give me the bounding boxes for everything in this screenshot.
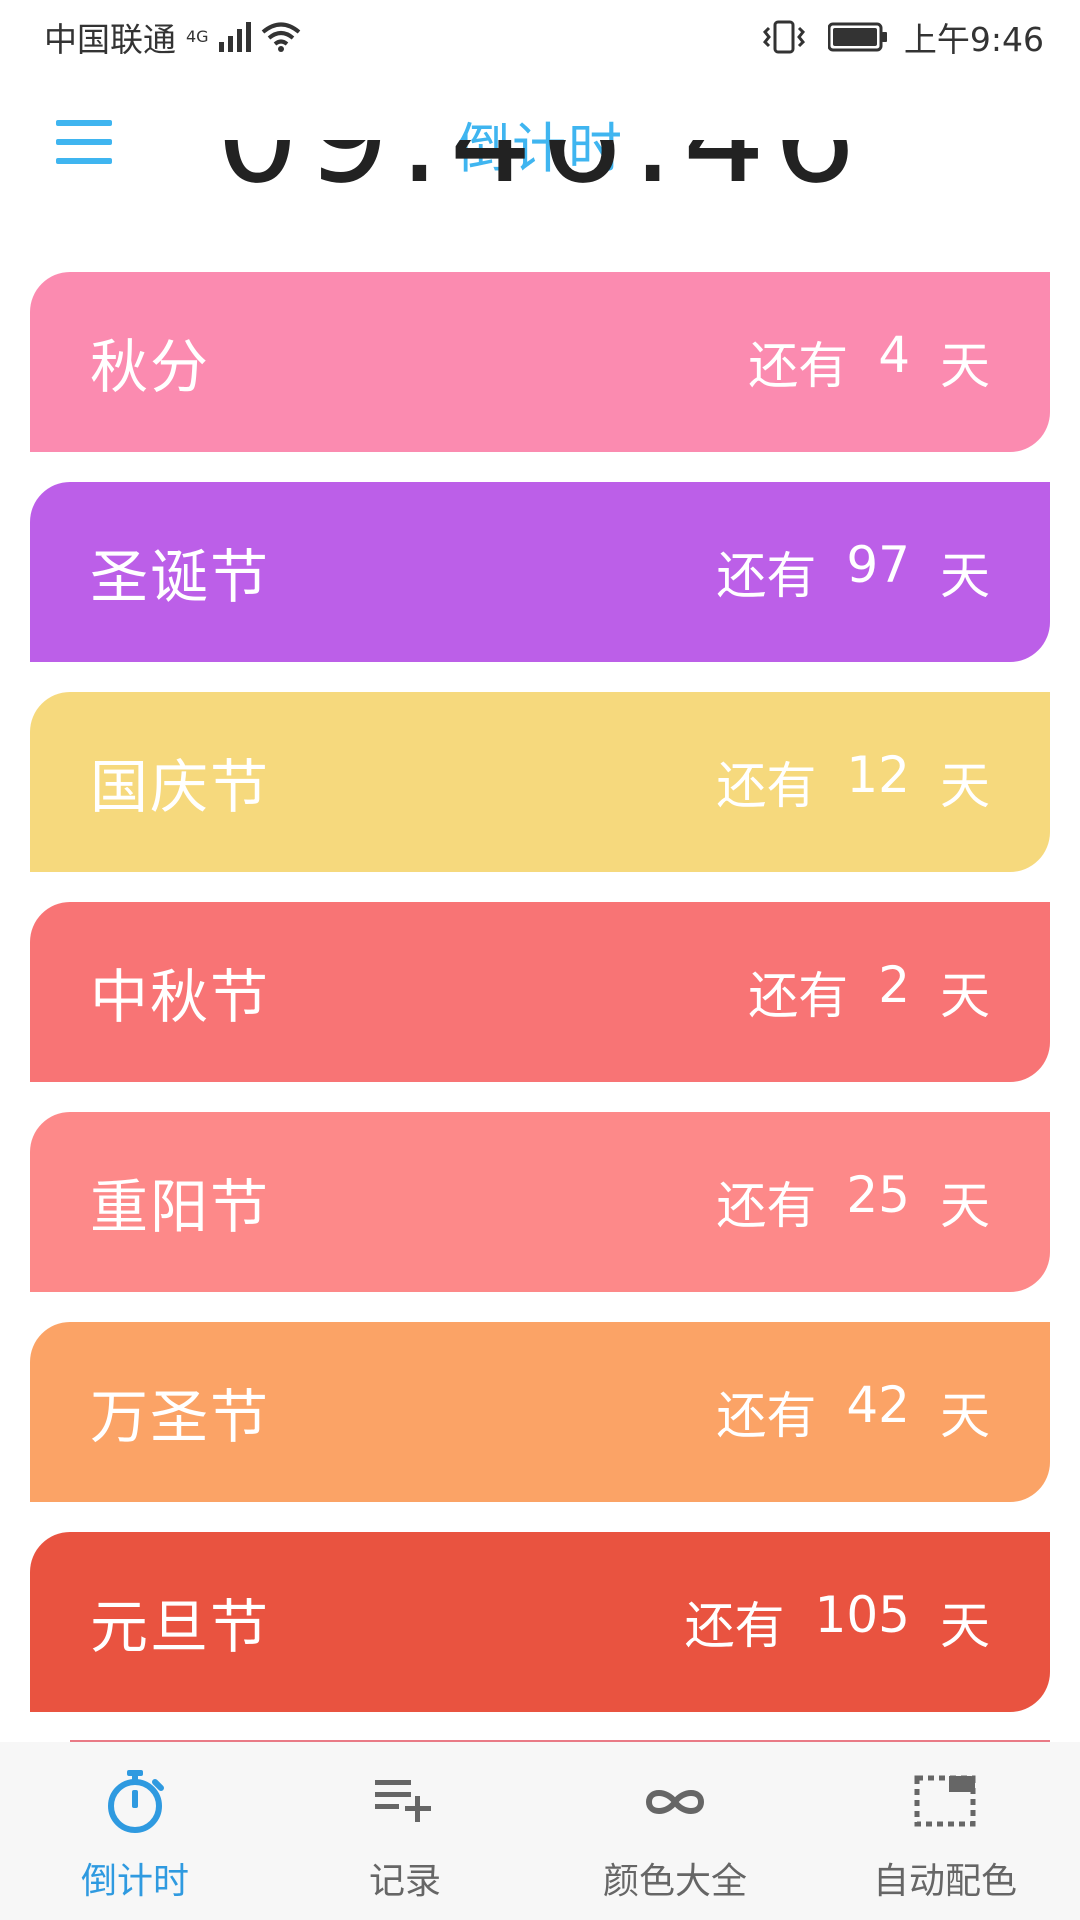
nav-item-records[interactable]: 记录 (270, 1742, 540, 1920)
event-name: 圣诞节 (90, 543, 271, 611)
status-bar: 中国联通 4G 上午9:46 (0, 0, 1080, 74)
battery-icon (827, 22, 887, 52)
countdown-card[interactable]: 中秋节 还有 2 天 (30, 902, 1050, 1082)
network-type-label: 4G (186, 27, 209, 46)
wifi-icon (261, 22, 300, 52)
days-count: 105 (814, 1586, 910, 1644)
days-remaining: 还有 2 天 (748, 956, 990, 1028)
days-suffix: 天 (940, 757, 990, 815)
countdown-card[interactable]: 秋分 还有 4 天 (30, 272, 1050, 452)
signal-icon (218, 22, 251, 52)
days-suffix: 天 (940, 1387, 990, 1445)
days-suffix: 天 (940, 1177, 990, 1235)
crop-frame-icon (914, 1775, 976, 1827)
days-count: 12 (846, 746, 910, 804)
nav-item-countdown[interactable]: 倒计时 (0, 1742, 270, 1920)
nav-item-auto-color[interactable]: 自动配色 (810, 1742, 1080, 1920)
carrier-label: 中国联通 (44, 20, 176, 59)
vibrate-icon (762, 20, 805, 54)
event-name: 中秋节 (90, 963, 271, 1031)
days-remaining: 还有 105 天 (685, 1586, 990, 1658)
status-left: 中国联通 4G (44, 13, 301, 61)
app-screen: 中国联通 4G 上午9:46 倒计时 秋分 还有 4 天 圣诞节 还有 97 天… (0, 0, 1080, 1920)
countdown-card[interactable]: 重阳节 还有 25 天 (30, 1112, 1050, 1292)
days-remaining: 还有 12 天 (716, 746, 990, 818)
countdown-list: 秋分 还有 4 天 圣诞节 还有 97 天 国庆节 还有 12 天 中秋节 还有… (30, 272, 1050, 1742)
clock-peek: 09:46:46 (0, 140, 1080, 218)
days-prefix: 还有 (716, 1177, 817, 1235)
nav-label: 颜色大全 (602, 1861, 747, 1902)
infinity-icon (645, 1790, 705, 1814)
nav-label: 自动配色 (872, 1861, 1017, 1902)
days-prefix: 还有 (748, 337, 849, 395)
add-list-icon (375, 1780, 431, 1822)
days-count: 97 (846, 536, 910, 594)
event-name: 秋分 (90, 333, 211, 401)
countdown-card[interactable]: 国庆节 还有 12 天 (30, 692, 1050, 872)
event-name: 万圣节 (90, 1383, 271, 1451)
clock-text: 09:46:46 (0, 140, 1080, 212)
days-prefix: 还有 (748, 967, 849, 1025)
status-right: 上午9:46 (762, 13, 1044, 61)
countdown-card[interactable]: 万圣节 还有 42 天 (30, 1322, 1050, 1502)
days-remaining: 还有 42 天 (716, 1376, 990, 1448)
days-prefix: 还有 (716, 757, 817, 815)
days-count: 4 (878, 326, 910, 384)
bottom-navigation: 倒计时 记录 颜色大全 自动配色 (0, 1742, 1080, 1920)
countdown-card[interactable]: 元旦节 还有 105 天 (30, 1532, 1050, 1712)
countdown-card[interactable]: 圣诞节 还有 97 天 (30, 482, 1050, 662)
event-name: 国庆节 (90, 753, 271, 821)
days-prefix: 还有 (716, 1387, 817, 1445)
days-count: 42 (846, 1376, 910, 1434)
event-name: 元旦节 (90, 1593, 271, 1661)
nav-label: 倒计时 (80, 1861, 189, 1902)
days-prefix: 还有 (716, 547, 817, 605)
days-remaining: 还有 97 天 (716, 536, 990, 608)
nav-item-colors[interactable]: 颜色大全 (540, 1742, 810, 1920)
days-suffix: 天 (940, 547, 990, 605)
days-count: 2 (878, 956, 910, 1014)
stopwatch-icon (108, 1770, 164, 1833)
days-prefix: 还有 (684, 1597, 785, 1655)
status-time: 上午9:46 (903, 20, 1044, 59)
days-suffix: 天 (940, 1597, 990, 1655)
days-suffix: 天 (940, 337, 990, 395)
days-remaining: 还有 25 天 (716, 1166, 990, 1238)
days-suffix: 天 (940, 967, 990, 1025)
event-name: 重阳节 (90, 1173, 271, 1241)
days-count: 25 (846, 1166, 910, 1224)
nav-label: 记录 (368, 1861, 441, 1902)
days-remaining: 还有 4 天 (748, 326, 990, 398)
